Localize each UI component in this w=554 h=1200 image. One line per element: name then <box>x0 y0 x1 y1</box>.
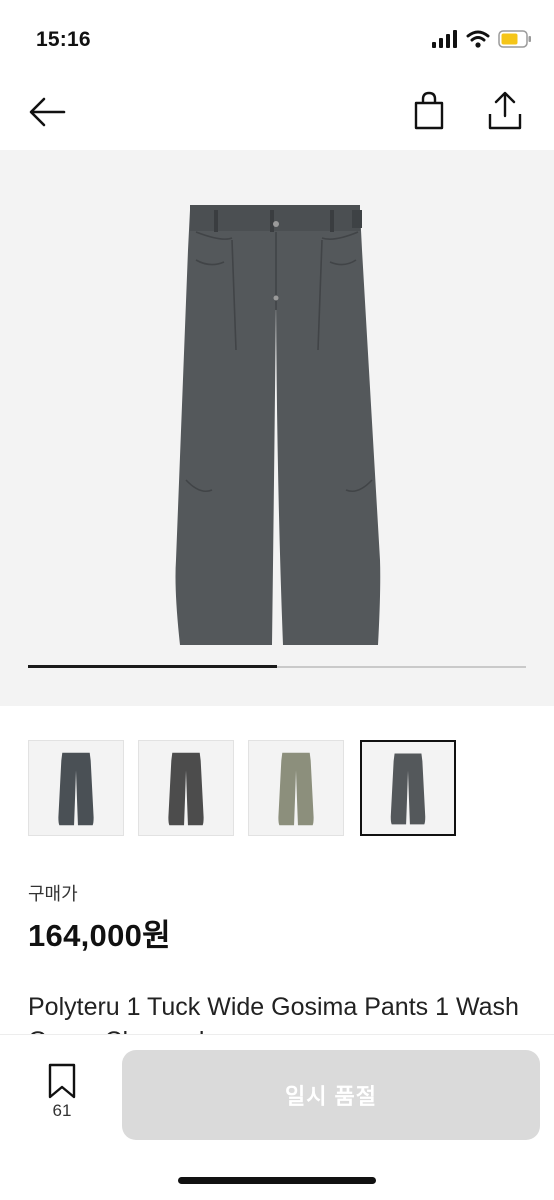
nav-bar <box>0 80 554 150</box>
home-indicator <box>178 1177 376 1184</box>
gallery-progress-track <box>28 665 526 668</box>
bottom-action-bar: 61 일시 품절 <box>0 1034 554 1200</box>
product-title: Polyteru 1 Tuck Wide Gosima Pants 1 Wash… <box>28 993 519 1034</box>
bookmark-icon <box>48 1063 76 1099</box>
bookmark-button[interactable]: 61 <box>40 1063 84 1129</box>
product-image-gallery[interactable] <box>0 150 554 706</box>
price-value: 164,000원 <box>28 918 171 953</box>
thumbnail-strip <box>28 740 528 836</box>
thumbnail-image <box>390 753 426 825</box>
soldout-button[interactable]: 일시 품절 <box>122 1050 540 1140</box>
status-bar: 15:16 <box>0 0 554 80</box>
signal-icon <box>432 30 457 48</box>
thumbnail-image <box>58 752 94 826</box>
share-icon[interactable] <box>484 90 526 132</box>
thumbnail-1[interactable] <box>28 740 124 836</box>
thumbnail-2[interactable] <box>138 740 234 836</box>
wifi-icon <box>466 30 490 48</box>
back-arrow-icon[interactable] <box>26 92 70 132</box>
status-time: 15:16 <box>36 28 91 51</box>
thumbnail-image <box>278 752 314 826</box>
thumbnail-3[interactable] <box>248 740 344 836</box>
thumbnail-4-selected[interactable] <box>360 740 456 836</box>
shopping-bag-icon[interactable] <box>408 90 450 132</box>
thumbnail-image <box>168 752 204 826</box>
price-label: 구매가 <box>28 884 78 904</box>
product-image[interactable] <box>0 150 554 660</box>
status-icons <box>432 30 532 48</box>
bookmark-count: 61 <box>52 1101 72 1120</box>
gallery-progress-fill <box>28 665 277 668</box>
battery-icon <box>498 30 531 48</box>
